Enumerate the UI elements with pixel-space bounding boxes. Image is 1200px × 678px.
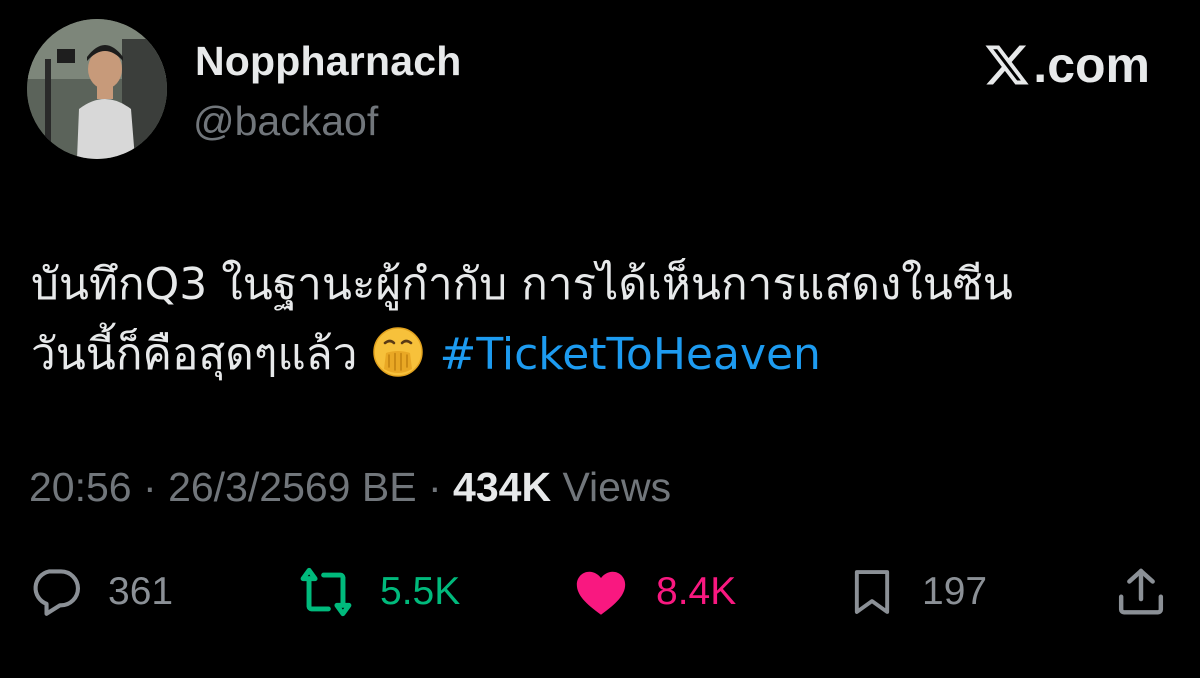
bookmark-button[interactable]: 197 — [846, 560, 987, 624]
share-button[interactable] — [1113, 560, 1169, 624]
user-handle[interactable]: @backaof — [193, 98, 378, 145]
tweet-meta: 20:56 · 26/3/2569 BE · 434K Views — [29, 464, 671, 511]
bookmark-count: 197 — [922, 570, 988, 613]
like-button[interactable]: 8.4K — [570, 560, 736, 624]
repost-icon — [300, 567, 352, 617]
tweet-date[interactable]: 26/3/2569 BE — [168, 464, 416, 510]
reply-button[interactable]: 361 — [26, 560, 173, 624]
like-count: 8.4K — [656, 570, 737, 613]
tweet-text-line-2: วันนี้ก็คือสุดๆแล้ว #TicketToHeaven — [31, 320, 1181, 390]
bookmark-icon — [854, 570, 890, 614]
tweet-text-line-1: บันทึกQ3 ในฐานะผู้กำกับ การได้เห็นการแสด… — [31, 259, 1013, 310]
repost-button[interactable]: 5.5K — [296, 560, 460, 624]
display-name[interactable]: Noppharnach — [195, 38, 461, 85]
action-bar: 361 5.5K 8.4K 197 — [0, 560, 1200, 624]
hashtag-link[interactable]: #TicketToHeaven — [439, 329, 820, 380]
reply-count: 361 — [108, 570, 174, 613]
x-logo-icon — [985, 45, 1029, 85]
face-with-hand-over-mouth-emoji-icon — [373, 327, 424, 377]
tweet-text: บันทึกQ3 ในฐานะผู้กำกับ การได้เห็นการแสด… — [31, 250, 1181, 390]
heart-icon — [576, 571, 626, 615]
tweet-time[interactable]: 20:56 — [29, 464, 132, 510]
avatar[interactable] — [27, 19, 167, 159]
meta-separator: · — [427, 464, 442, 510]
repost-count: 5.5K — [380, 570, 461, 613]
meta-separator: · — [143, 464, 157, 510]
views-label: Views — [562, 464, 672, 510]
tweet-card: Noppharnach @backaof .com บันทึกQ3 ในฐาน… — [0, 0, 1200, 678]
brand-label: .com — [1033, 37, 1150, 93]
brand: .com — [983, 40, 1150, 90]
tweet-text-line-2-text: วันนี้ก็คือสุดๆแล้ว — [31, 329, 358, 380]
views-count: 434K — [453, 464, 552, 510]
share-icon — [1118, 568, 1164, 615]
reply-icon — [33, 569, 81, 616]
